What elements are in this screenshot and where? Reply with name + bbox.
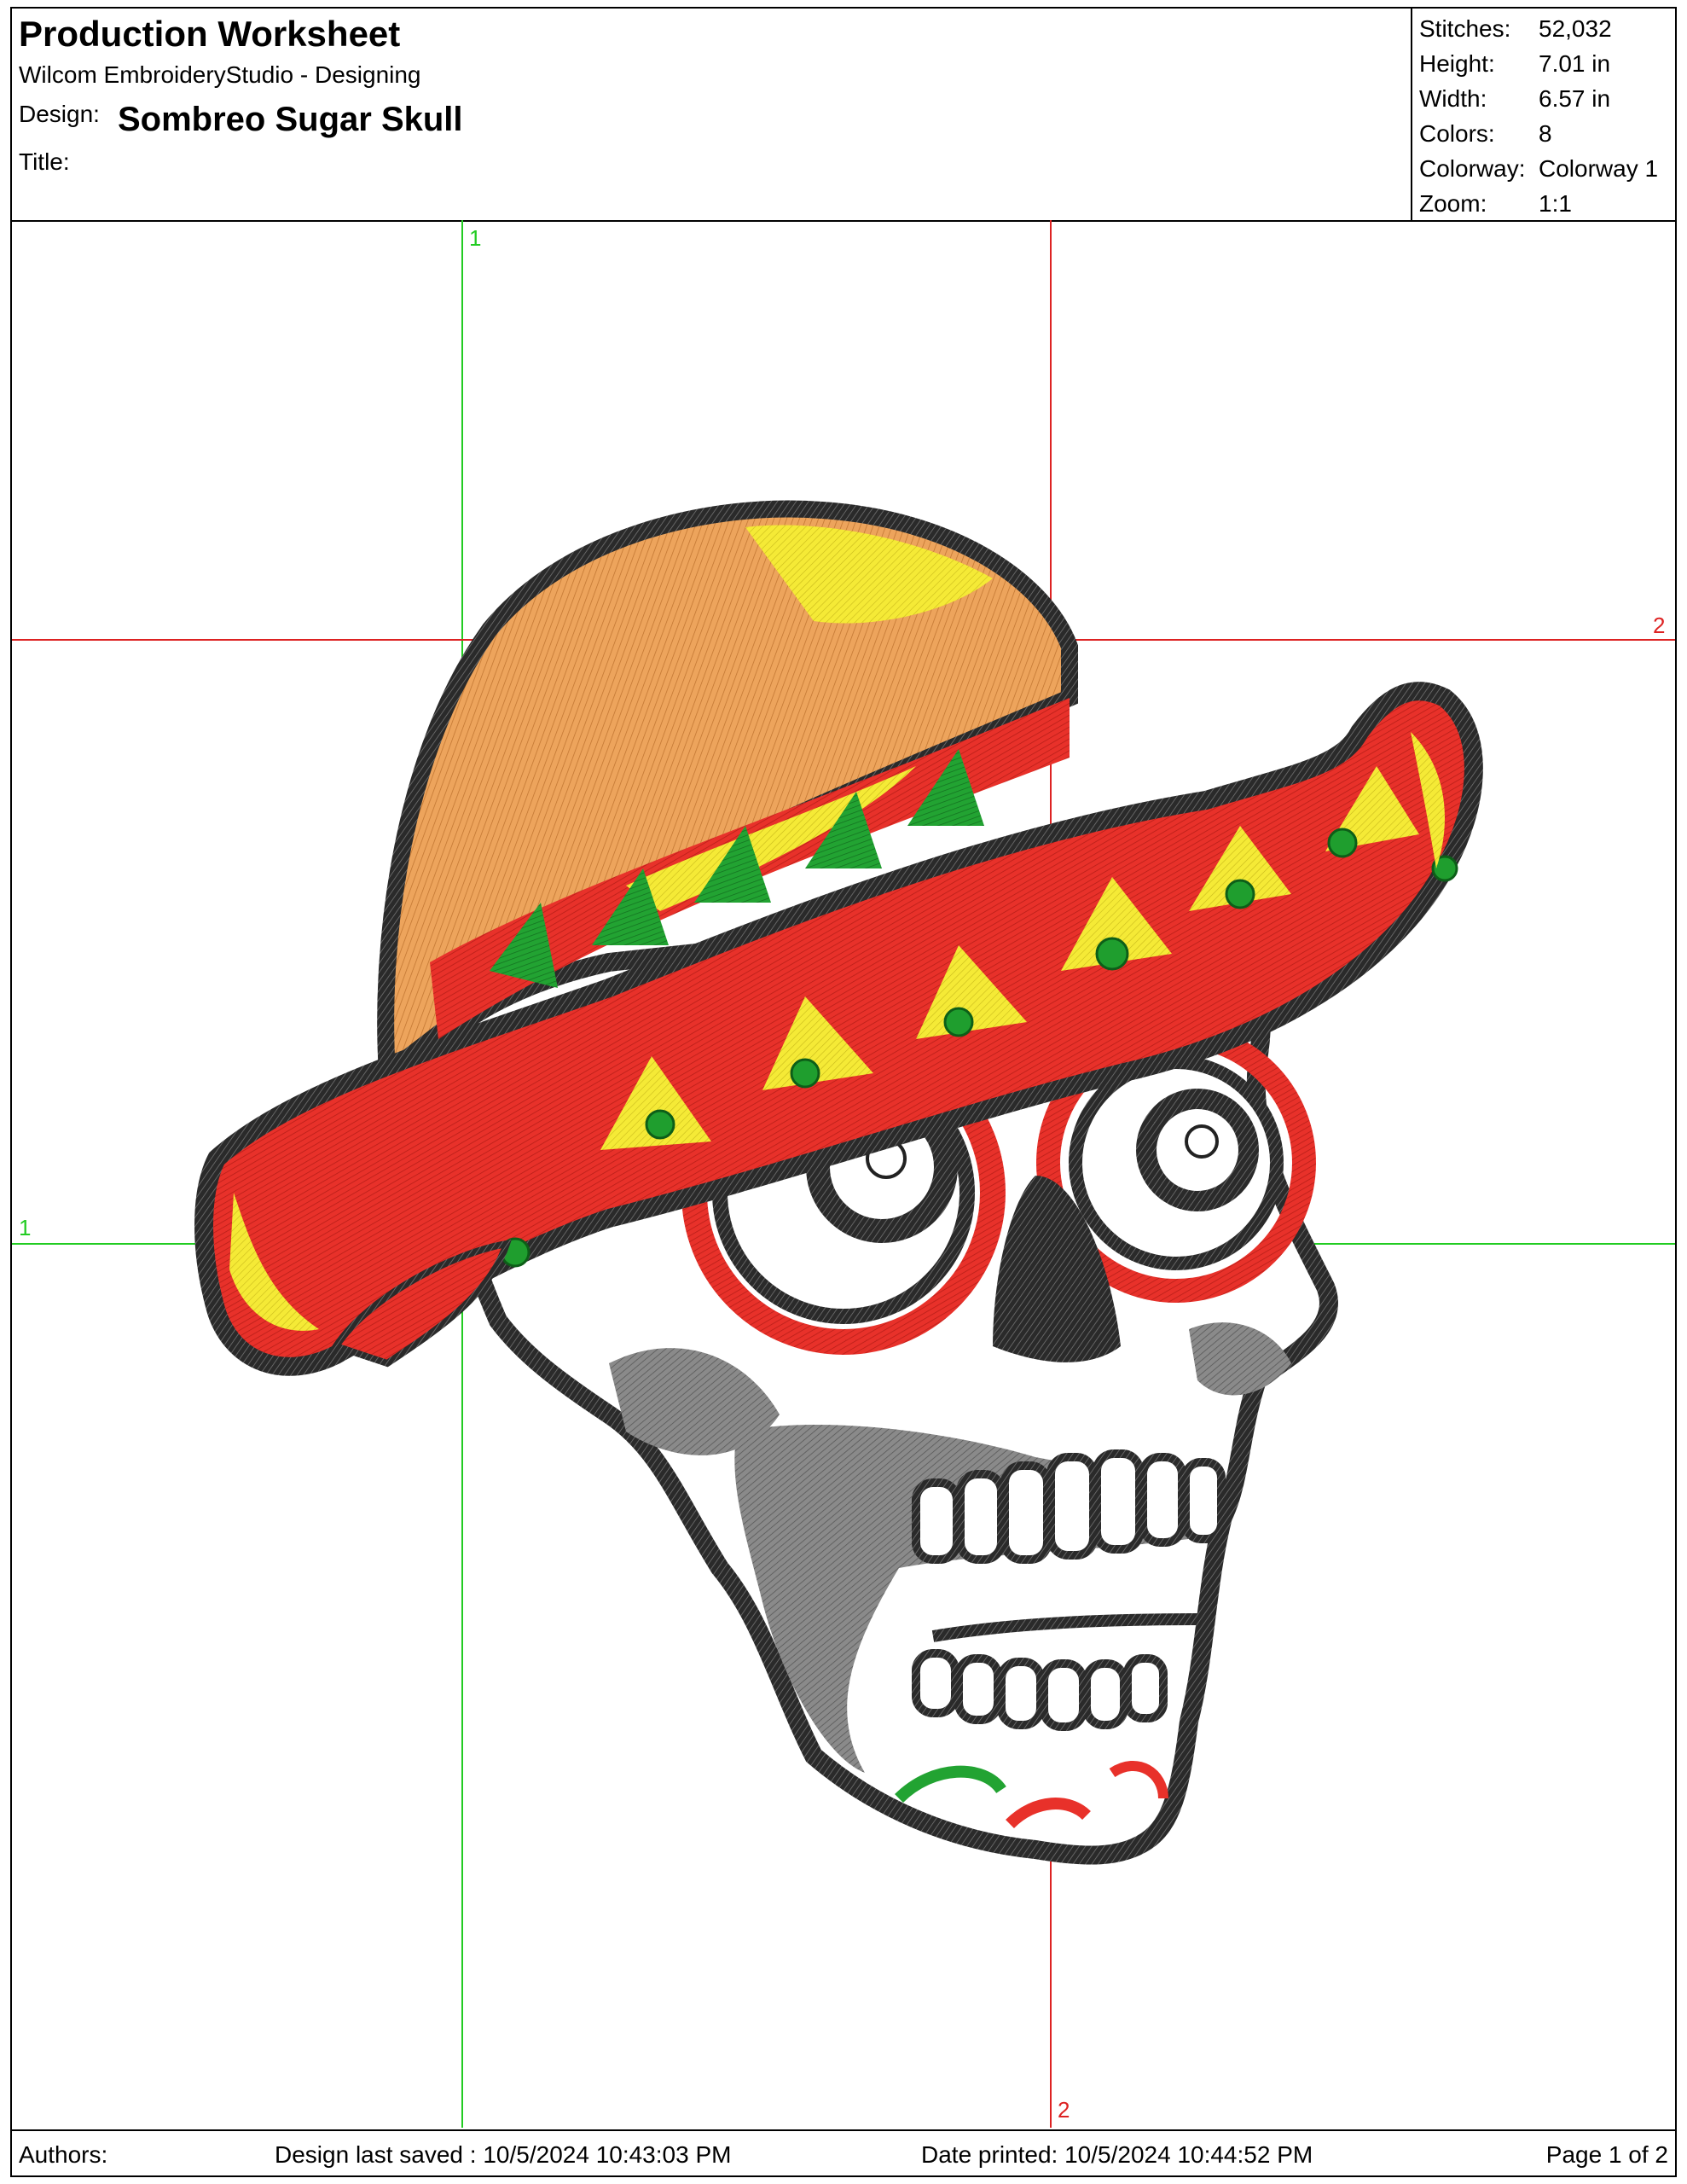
design-label: Design: — [19, 101, 100, 127]
design-name: Sombreo Sugar Skull — [118, 101, 463, 138]
stat-label: Stitches: — [1419, 15, 1511, 42]
page-number: Page 1 of 2 — [1545, 2141, 1668, 2168]
stat-stitches: Stitches: 52,032 — [1412, 12, 1677, 46]
stat-width: Width: 6.57 in — [1412, 82, 1677, 116]
worksheet-page: Production Worksheet Wilcom EmbroiderySt… — [10, 7, 1677, 2177]
stat-colors: Colors: 8 — [1412, 117, 1677, 151]
design-stats-panel: Stitches: 52,032 Height: 7.01 in Width: … — [1411, 9, 1677, 220]
page-title: Production Worksheet — [19, 14, 401, 54]
guide-label-horizontal-1: 1 — [19, 1215, 32, 1240]
design-canvas: 1 2 1 2 — [12, 220, 1675, 2128]
worksheet-header: Production Worksheet Wilcom EmbroiderySt… — [12, 9, 1675, 222]
stat-label: Zoom: — [1419, 190, 1487, 217]
stat-label: Colorway: — [1419, 155, 1526, 182]
stat-value: 6.57 in — [1539, 85, 1611, 112]
last-saved-date: Design last saved : 10/5/2024 10:43:03 P… — [275, 2141, 732, 2168]
printed-date: Date printed: 10/5/2024 10:44:52 PM — [921, 2141, 1313, 2168]
stat-label: Height: — [1419, 50, 1495, 77]
stat-label: Width: — [1419, 85, 1487, 112]
embroidery-artwork — [12, 220, 1675, 2128]
stat-value: 1:1 — [1539, 190, 1572, 217]
stat-value: 8 — [1539, 120, 1552, 147]
worksheet-footer: Authors: Design last saved : 10/5/2024 1… — [12, 2129, 1675, 2177]
stat-zoom: Zoom: 1:1 — [1412, 187, 1677, 221]
stat-colorway: Colorway: Colorway 1 — [1412, 152, 1677, 186]
stat-height: Height: 7.01 in — [1412, 47, 1677, 81]
app-name: Wilcom EmbroideryStudio - Designing — [19, 61, 421, 88]
guide-label-vertical-1: 1 — [469, 225, 482, 251]
title-label: Title: — [19, 148, 70, 175]
authors-label: Authors: — [19, 2141, 108, 2168]
stat-value: 52,032 — [1539, 15, 1612, 42]
stat-label: Colors: — [1419, 120, 1495, 147]
stat-value: 7.01 in — [1539, 50, 1611, 77]
guide-label-horizontal-2: 2 — [1653, 613, 1666, 638]
guide-label-vertical-2: 2 — [1058, 2097, 1070, 2123]
stat-value: Colorway 1 — [1539, 155, 1659, 182]
